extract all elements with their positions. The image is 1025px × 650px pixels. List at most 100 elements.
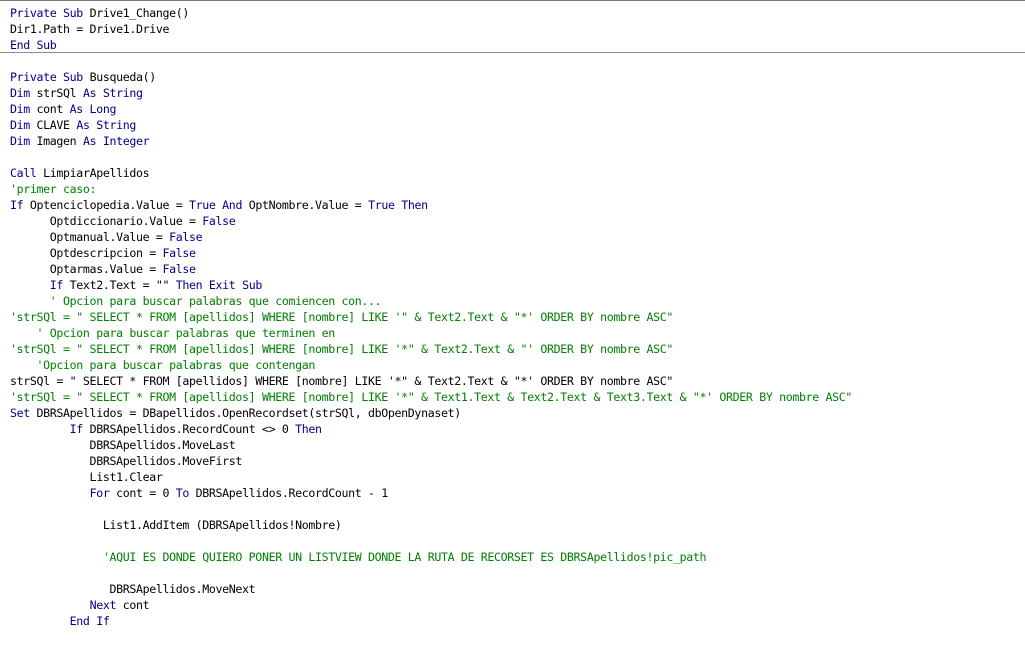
code-line[interactable]: 'AQUI ES DONDE QUIERO PONER UN LISTVIEW … bbox=[10, 549, 707, 565]
code-line[interactable]: DBRSApellidos.MoveNext bbox=[10, 581, 255, 597]
code-line[interactable]: ' Opcion para buscar palabras que comien… bbox=[10, 293, 382, 309]
code-text: Optdescripcion = bbox=[10, 246, 163, 260]
code-line[interactable]: Dim cont As Long bbox=[10, 101, 116, 117]
code-keyword: False bbox=[162, 246, 197, 260]
code-text: DBRSApellidos.RecordCount - 1 bbox=[189, 486, 389, 500]
code-text: Optmanual.Value = bbox=[10, 230, 170, 244]
code-text: cont bbox=[116, 598, 150, 612]
code-line[interactable]: List1.Clear bbox=[10, 469, 163, 485]
code-keyword: False bbox=[169, 230, 203, 244]
code-text: LimpiarApellidos bbox=[36, 166, 150, 180]
code-keyword: If bbox=[10, 198, 24, 212]
code-keyword: Then bbox=[295, 422, 322, 436]
code-line[interactable]: strSQl = " SELECT * FROM [apellidos] WHE… bbox=[10, 373, 673, 389]
code-line[interactable]: Optarmas.Value = False bbox=[10, 261, 196, 277]
code-keyword: Dim bbox=[10, 86, 30, 100]
code-line[interactable]: If Text2.Text = "" Then Exit Sub bbox=[10, 277, 263, 293]
code-keyword: If bbox=[69, 422, 84, 436]
code-keyword: As Integer bbox=[82, 134, 150, 148]
code-keyword: Set bbox=[10, 406, 30, 420]
code-line[interactable]: End If bbox=[10, 613, 110, 629]
code-line[interactable]: Private Sub Drive1_Change() bbox=[10, 5, 189, 21]
code-line[interactable]: 'strSQl = " SELECT * FROM [apellidos] WH… bbox=[10, 309, 673, 325]
code-keyword: If bbox=[49, 278, 64, 292]
code-line[interactable]: Private Sub Busqueda() bbox=[10, 69, 156, 85]
code-text: CLAVE bbox=[29, 118, 77, 132]
code-line[interactable]: Optdiccionario.Value = False bbox=[10, 213, 236, 229]
code-text: DBRSApellidos.MoveLast bbox=[10, 438, 236, 452]
code-line[interactable]: List1.AddItem (DBRSApellidos!Nombre) bbox=[10, 517, 342, 533]
code-text: Optarmas.Value = bbox=[10, 262, 163, 276]
code-keyword: Dim bbox=[10, 134, 30, 148]
code-keyword: Call bbox=[10, 166, 37, 180]
code-line[interactable]: 'Opcion para buscar palabras que conteng… bbox=[10, 357, 316, 373]
code-text: Imagen bbox=[29, 134, 83, 148]
code-comment: ' Opcion para buscar palabras que comien… bbox=[10, 294, 382, 308]
code-line[interactable]: For cont = 0 To DBRSApellidos.RecordCoun… bbox=[10, 485, 389, 501]
code-line[interactable]: Dim CLAVE As String bbox=[10, 117, 136, 133]
code-text: Dir1.Path = Drive1.Drive bbox=[10, 22, 170, 36]
code-text: strSQl bbox=[29, 86, 83, 100]
code-keyword: For bbox=[89, 486, 110, 500]
code-text: List1.AddItem (DBRSApellidos!Nombre) bbox=[10, 518, 342, 532]
code-comment: 'AQUI ES DONDE QUIERO PONER UN LISTVIEW … bbox=[10, 550, 707, 564]
code-line[interactable]: Next cont bbox=[10, 597, 150, 613]
code-text: cont bbox=[29, 102, 70, 116]
code-text: cont = 0 bbox=[109, 486, 176, 500]
code-line[interactable]: ' Opcion para buscar palabras que termin… bbox=[10, 325, 336, 341]
code-text: List1.Clear bbox=[10, 470, 163, 484]
code-comment: 'strSQl = " SELECT * FROM [apellidos] WH… bbox=[10, 342, 674, 356]
code-text: Busqueda() bbox=[82, 70, 157, 84]
code-line[interactable]: Call LimpiarApellidos bbox=[10, 165, 150, 181]
code-comment: 'strSQl = " SELECT * FROM [apellidos] WH… bbox=[10, 310, 674, 324]
code-keyword: Dim bbox=[10, 102, 30, 116]
code-keyword: True Then bbox=[368, 198, 428, 212]
code-line[interactable]: 'primer caso: bbox=[10, 181, 97, 197]
code-keyword: To bbox=[175, 486, 190, 500]
code-text: Optdiccionario.Value = bbox=[10, 214, 203, 228]
code-line[interactable]: Dim strSQl As String bbox=[10, 85, 143, 101]
code-text: DBRSApellidos.MoveNext bbox=[10, 582, 256, 596]
code-line[interactable]: DBRSApellidos.MoveFirst bbox=[10, 453, 243, 469]
code-comment: 'primer caso: bbox=[10, 182, 97, 196]
code-keyword: Private Sub bbox=[10, 70, 83, 84]
code-line[interactable]: Optmanual.Value = False bbox=[10, 229, 203, 245]
code-text: Drive1_Change() bbox=[82, 6, 190, 20]
code-line[interactable]: 'strSQl = " SELECT * FROM [apellidos] WH… bbox=[10, 389, 852, 405]
code-line[interactable]: If Optenciclopedia.Value = True And OptN… bbox=[10, 197, 428, 213]
code-keyword: As Long bbox=[69, 102, 117, 116]
code-line[interactable]: End Sub bbox=[10, 37, 57, 53]
code-editor[interactable]: Private Sub Drive1_Change() Dir1.Path = D… bbox=[0, 0, 1025, 650]
code-keyword: As String bbox=[82, 86, 143, 100]
code-text: strSQl = " SELECT * FROM [apellidos] WHE… bbox=[10, 374, 674, 388]
code-text: DBRSApellidos.RecordCount <> 0 bbox=[82, 422, 296, 436]
code-text: Text2.Text = "" bbox=[63, 278, 176, 292]
code-keyword: Dim bbox=[10, 118, 30, 132]
code-keyword: End Sub bbox=[10, 38, 57, 52]
code-comment: 'Opcion para buscar palabras que conteng… bbox=[10, 358, 316, 372]
code-line[interactable]: Dim Imagen As Integer bbox=[10, 133, 150, 149]
code-comment: 'strSQl = " SELECT * FROM [apellidos] WH… bbox=[10, 390, 853, 404]
code-keyword: True And bbox=[189, 198, 243, 212]
code-comment: ' Opcion para buscar palabras que termin… bbox=[10, 326, 336, 340]
code-text: DBRSApellidos = DBapellidos.OpenRecordse… bbox=[29, 406, 462, 420]
code-line[interactable]: Optdescripcion = False bbox=[10, 245, 196, 261]
procedure-separator bbox=[0, 52, 1025, 53]
code-keyword: False bbox=[202, 214, 236, 228]
code-keyword: Next bbox=[89, 598, 117, 612]
code-line[interactable]: Set DBRSApellidos = DBapellidos.OpenReco… bbox=[10, 405, 461, 421]
code-keyword: End If bbox=[69, 614, 110, 628]
code-text: Optenciclopedia.Value = bbox=[23, 198, 190, 212]
code-line[interactable]: 'strSQl = " SELECT * FROM [apellidos] WH… bbox=[10, 341, 673, 357]
code-line[interactable]: If DBRSApellidos.RecordCount <> 0 Then bbox=[10, 421, 322, 437]
code-line[interactable]: DBRSApellidos.MoveLast bbox=[10, 437, 236, 453]
code-keyword: False bbox=[162, 262, 197, 276]
code-keyword: Private Sub bbox=[10, 6, 83, 20]
code-keyword: As String bbox=[76, 118, 136, 132]
code-line[interactable]: Dir1.Path = Drive1.Drive bbox=[10, 21, 169, 37]
